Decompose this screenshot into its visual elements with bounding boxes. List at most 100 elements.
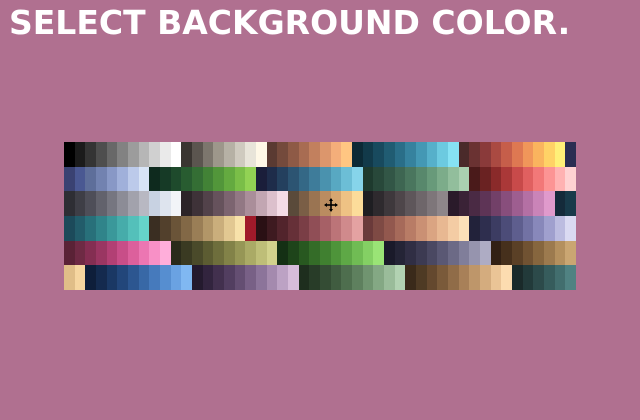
color-swatch[interactable] xyxy=(213,240,224,266)
color-swatch[interactable] xyxy=(117,216,128,241)
color-swatch[interactable] xyxy=(256,265,267,290)
color-swatch[interactable] xyxy=(117,166,128,192)
color-swatch[interactable] xyxy=(106,142,118,167)
color-swatch[interactable] xyxy=(128,142,139,167)
color-swatch[interactable] xyxy=(117,240,128,266)
color-swatch[interactable] xyxy=(85,216,96,241)
color-swatch[interactable] xyxy=(234,216,246,241)
color-swatch[interactable] xyxy=(181,166,192,192)
color-swatch[interactable] xyxy=(384,240,395,266)
color-swatch[interactable] xyxy=(128,166,139,192)
color-swatch[interactable] xyxy=(512,142,523,167)
color-swatch[interactable] xyxy=(170,265,182,290)
color-swatch[interactable] xyxy=(149,216,160,241)
color-swatch[interactable] xyxy=(138,166,150,192)
color-swatch[interactable] xyxy=(341,216,352,241)
color-swatch[interactable] xyxy=(544,216,555,241)
color-swatch[interactable] xyxy=(117,191,128,216)
color-swatch[interactable] xyxy=(480,240,491,266)
color-swatch[interactable] xyxy=(362,265,374,290)
color-swatch[interactable] xyxy=(288,240,299,266)
color-swatch[interactable] xyxy=(234,166,246,192)
color-swatch[interactable] xyxy=(469,216,480,241)
color-swatch[interactable] xyxy=(522,216,534,241)
color-swatch[interactable] xyxy=(362,240,374,266)
color-swatch[interactable] xyxy=(170,191,182,216)
color-swatch[interactable] xyxy=(149,166,160,192)
color-swatch[interactable] xyxy=(277,166,288,192)
color-swatch[interactable] xyxy=(437,216,448,241)
color-swatch[interactable] xyxy=(565,142,576,167)
color-swatch[interactable] xyxy=(330,191,342,216)
color-palette-grid[interactable] xyxy=(64,142,576,290)
color-swatch[interactable] xyxy=(533,191,544,216)
color-swatch[interactable] xyxy=(384,142,395,167)
color-swatch[interactable] xyxy=(426,191,438,216)
color-swatch[interactable] xyxy=(181,191,192,216)
color-swatch[interactable] xyxy=(160,265,171,290)
color-swatch[interactable] xyxy=(224,191,235,216)
color-swatch[interactable] xyxy=(554,240,566,266)
color-swatch[interactable] xyxy=(160,240,171,266)
color-swatch[interactable] xyxy=(533,166,544,192)
color-swatch[interactable] xyxy=(277,216,288,241)
color-swatch[interactable] xyxy=(384,216,395,241)
color-swatch[interactable] xyxy=(373,191,384,216)
color-swatch[interactable] xyxy=(74,142,86,167)
color-swatch[interactable] xyxy=(544,265,555,290)
color-swatch[interactable] xyxy=(480,166,491,192)
color-swatch[interactable] xyxy=(224,216,235,241)
color-swatch[interactable] xyxy=(458,191,470,216)
color-swatch[interactable] xyxy=(96,216,107,241)
color-swatch[interactable] xyxy=(512,265,523,290)
color-swatch[interactable] xyxy=(213,216,224,241)
color-swatch[interactable] xyxy=(533,265,544,290)
color-swatch[interactable] xyxy=(448,142,459,167)
color-swatch[interactable] xyxy=(309,240,320,266)
color-swatch[interactable] xyxy=(405,240,416,266)
color-swatch[interactable] xyxy=(149,191,160,216)
color-swatch[interactable] xyxy=(533,216,544,241)
color-swatch[interactable] xyxy=(373,142,384,167)
color-swatch[interactable] xyxy=(106,265,118,290)
color-swatch[interactable] xyxy=(426,166,438,192)
color-swatch[interactable] xyxy=(106,216,118,241)
color-swatch[interactable] xyxy=(554,166,566,192)
color-swatch[interactable] xyxy=(170,216,182,241)
color-swatch[interactable] xyxy=(458,142,470,167)
color-swatch[interactable] xyxy=(234,191,246,216)
color-swatch[interactable] xyxy=(85,240,96,266)
color-swatch[interactable] xyxy=(394,216,406,241)
color-swatch[interactable] xyxy=(437,142,448,167)
color-swatch[interactable] xyxy=(437,240,448,266)
color-swatch[interactable] xyxy=(256,191,267,216)
color-swatch[interactable] xyxy=(394,265,406,290)
color-swatch[interactable] xyxy=(64,166,75,192)
color-swatch[interactable] xyxy=(320,142,331,167)
color-swatch[interactable] xyxy=(234,142,246,167)
color-swatch[interactable] xyxy=(213,166,224,192)
color-swatch[interactable] xyxy=(501,142,512,167)
color-swatch[interactable] xyxy=(544,240,555,266)
color-swatch[interactable] xyxy=(224,265,235,290)
color-swatch[interactable] xyxy=(341,265,352,290)
color-swatch[interactable] xyxy=(192,265,203,290)
color-swatch[interactable] xyxy=(288,191,299,216)
color-swatch[interactable] xyxy=(320,216,331,241)
color-swatch[interactable] xyxy=(362,166,374,192)
color-swatch[interactable] xyxy=(138,142,150,167)
color-swatch[interactable] xyxy=(202,240,214,266)
color-swatch[interactable] xyxy=(330,142,342,167)
color-swatch[interactable] xyxy=(533,240,544,266)
color-swatch[interactable] xyxy=(160,216,171,241)
color-swatch[interactable] xyxy=(128,240,139,266)
color-swatch[interactable] xyxy=(501,191,512,216)
color-swatch[interactable] xyxy=(384,191,395,216)
color-swatch[interactable] xyxy=(405,191,416,216)
color-swatch[interactable] xyxy=(298,142,310,167)
color-swatch[interactable] xyxy=(554,216,566,241)
color-swatch[interactable] xyxy=(341,166,352,192)
color-swatch[interactable] xyxy=(170,142,182,167)
color-swatch[interactable] xyxy=(405,265,416,290)
color-swatch[interactable] xyxy=(501,240,512,266)
